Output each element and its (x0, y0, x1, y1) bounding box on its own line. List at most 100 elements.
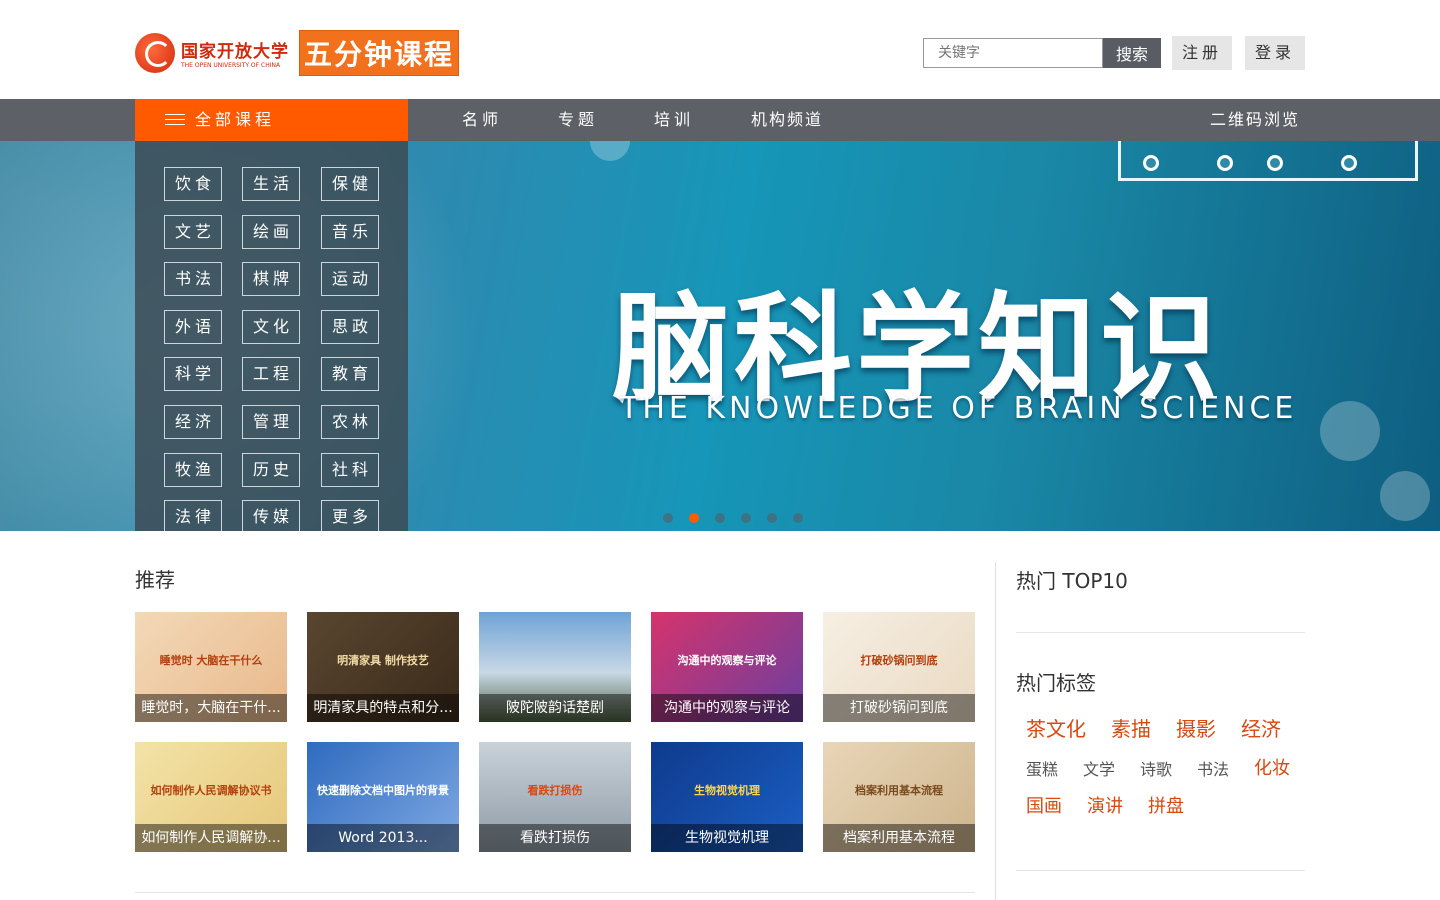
category-button[interactable]: 绘画 (242, 214, 300, 249)
category-button[interactable]: 音乐 (321, 214, 379, 249)
banner-subtitle: THE KNOWLEDGE OF BRAIN SCIENCE (620, 391, 1298, 426)
category-button[interactable]: 教育 (321, 357, 379, 392)
category-button[interactable]: 棋牌 (242, 262, 300, 297)
hot-tag[interactable]: 蛋糕 (1026, 756, 1058, 780)
course-thumbnail: 看跌打损伤 (527, 784, 583, 797)
course-caption: 生物视觉机理 (651, 824, 803, 852)
search-bar: 搜索 (923, 38, 1161, 68)
course-thumbnail: 如何制作人民调解协议书 (150, 784, 272, 797)
course-caption: 沟通中的观察与评论 (651, 694, 803, 722)
course-card[interactable]: 看跌打损伤 看跌打损伤 (479, 742, 631, 852)
recommend-heading: 推荐 (135, 568, 175, 592)
category-button[interactable]: 文艺 (164, 214, 222, 249)
course-thumbnail: 睡觉时 大脑在干什么 (159, 654, 263, 667)
hot-tag[interactable]: 书法 (1197, 756, 1229, 780)
carousel-dot[interactable] (663, 513, 673, 523)
hot-tag[interactable]: 化妆 (1254, 754, 1290, 780)
category-panel: 饮食 生活 保健文艺 绘画 音乐书法 棋牌 运动外语 文化 思政科学 工程 教育经济 管理 农林牧渔 历史… (135, 141, 408, 531)
course-caption: 打破砂锅问到底 (823, 694, 975, 722)
all-courses-label: 全部课程 (195, 110, 276, 129)
login-button[interactable]: 登录 (1245, 36, 1305, 70)
hot-tags-heading: 热门标签 (1016, 671, 1096, 695)
category-button[interactable]: 科学 (164, 357, 222, 392)
search-input[interactable] (923, 38, 1103, 68)
decor-dot (590, 141, 630, 161)
category-button[interactable]: 传媒 (242, 500, 300, 531)
hot-tag[interactable]: 诗歌 (1140, 756, 1172, 780)
category-button[interactable]: 饮食 (164, 167, 222, 201)
all-courses-button[interactable]: 全部课程 (135, 99, 408, 141)
divider (995, 562, 996, 900)
hot-tag[interactable]: 国画 (1026, 792, 1062, 818)
divider (135, 892, 975, 893)
category-button[interactable]: 生活 (242, 167, 300, 201)
course-caption: 看跌打损伤 (479, 824, 631, 852)
hot-tag[interactable]: 演讲 (1087, 792, 1123, 818)
course-card[interactable]: 沟通中的观察与评论 沟通中的观察与评论 (651, 612, 803, 722)
category-button[interactable]: 更多 (321, 500, 379, 531)
category-button[interactable]: 法律 (164, 500, 222, 531)
carousel-dot[interactable] (793, 513, 803, 523)
course-card[interactable]: 如何制作人民调解协议书如何制作人民调解协... (135, 742, 287, 852)
category-button[interactable]: 思政 (321, 309, 379, 344)
hot-tag[interactable]: 茶文化 (1026, 713, 1086, 742)
course-thumbnail (479, 612, 631, 694)
site-logo[interactable]: 国家开放大学 THE OPEN UNIVERSITY OF CHINA 五分钟课… (135, 30, 460, 76)
category-button[interactable]: 外语 (164, 309, 222, 344)
decor-dot (1320, 401, 1380, 461)
qr-browse-link[interactable]: 二维码浏览 (1210, 99, 1300, 141)
header: 国家开放大学 THE OPEN UNIVERSITY OF CHINA 五分钟课… (0, 0, 1440, 99)
course-caption: 档案利用基本流程 (823, 824, 975, 852)
carousel-dot[interactable] (741, 513, 751, 523)
course-caption: Word 2013... (307, 824, 459, 852)
category-button[interactable]: 社科 (321, 452, 379, 487)
course-thumbnail: 档案利用基本流程 (855, 784, 943, 797)
carousel-dot-active[interactable] (689, 513, 699, 523)
category-button[interactable]: 管理 (242, 405, 300, 439)
category-button[interactable]: 工程 (242, 357, 300, 392)
course-card[interactable]: 陂陀陂韵话楚剧 (479, 612, 631, 722)
register-button[interactable]: 注册 (1172, 36, 1232, 70)
main-nav: 全部课程 名师 专题 培训 机构频道 二维码浏览 (0, 99, 1440, 141)
category-button[interactable]: 运动 (321, 262, 379, 297)
course-card[interactable]: 生物视觉机理 生物视觉机理 (651, 742, 803, 852)
nav-item-institutions[interactable]: 机构频道 (751, 99, 823, 141)
course-card[interactable]: 档案利用基本流程 档案利用基本流程 (823, 742, 975, 852)
logo-subtitle: THE OPEN UNIVERSITY OF CHINA (181, 62, 281, 69)
logo-title: 国家开放大学 (181, 42, 289, 62)
menu-icon (165, 112, 185, 128)
nav-item-teachers[interactable]: 名师 (462, 99, 502, 141)
course-card[interactable]: 明清家具 制作技艺明清家具的特点和分... (307, 612, 459, 722)
course-thumbnail: 沟通中的观察与评论 (677, 654, 777, 667)
hot-tag[interactable]: 拼盘 (1148, 792, 1184, 818)
carousel-dot[interactable] (715, 513, 725, 523)
logo-course-name: 五分钟课程 (299, 30, 460, 76)
hot-tag[interactable]: 摄影 (1176, 713, 1216, 742)
carousel-dot[interactable] (767, 513, 777, 523)
nav-item-topics[interactable]: 专题 (558, 99, 598, 141)
course-card[interactable]: 睡觉时 大脑在干什么睡觉时，大脑在干什... (135, 612, 287, 722)
divider (1016, 632, 1305, 633)
course-caption: 如何制作人民调解协... (135, 824, 287, 852)
course-thumbnail: 打破砂锅问到底 (860, 654, 938, 667)
course-card[interactable]: 快速删除文档中图片的背景 Word 2013... (307, 742, 459, 852)
category-button[interactable]: 保健 (321, 167, 379, 201)
course-thumbnail: 生物视觉机理 (694, 784, 760, 797)
category-button[interactable]: 经济 (164, 405, 222, 439)
category-button[interactable]: 历史 (242, 452, 300, 487)
course-caption: 睡觉时，大脑在干什... (135, 694, 287, 722)
hot-tag[interactable]: 素描 (1111, 713, 1151, 742)
course-caption: 明清家具的特点和分... (307, 694, 459, 722)
category-button[interactable]: 书法 (164, 262, 222, 297)
search-button[interactable]: 搜索 (1103, 38, 1161, 68)
circuit-decoration (1118, 141, 1418, 181)
category-button[interactable]: 农林 (321, 405, 379, 439)
hot-tag[interactable]: 文学 (1083, 756, 1115, 780)
category-button[interactable]: 牧渔 (164, 452, 222, 487)
hot-tag[interactable]: 经济 (1241, 713, 1281, 742)
nav-item-training[interactable]: 培训 (654, 99, 694, 141)
logo-icon (135, 33, 175, 73)
course-thumbnail: 明清家具 制作技艺 (337, 654, 429, 667)
course-card[interactable]: 打破砂锅问到底 打破砂锅问到底 (823, 612, 975, 722)
category-button[interactable]: 文化 (242, 309, 300, 344)
